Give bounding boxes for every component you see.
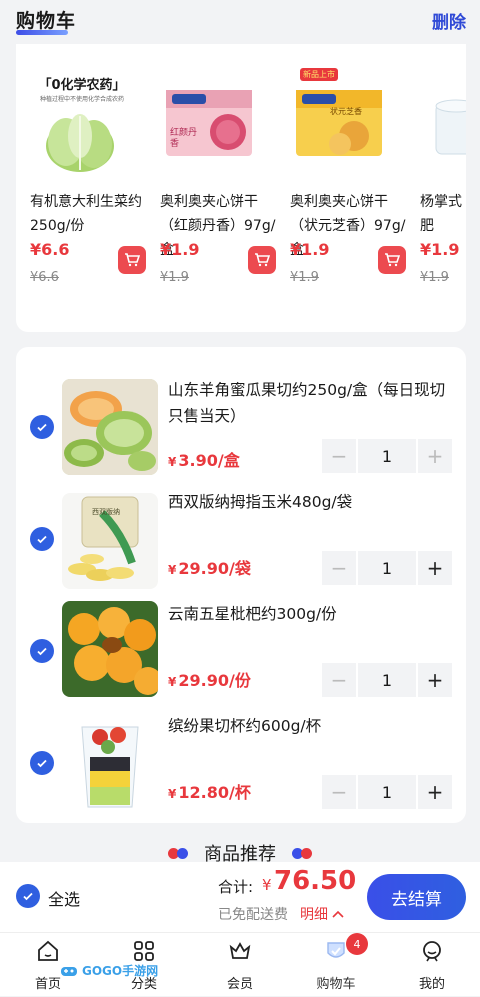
page-title: 购物车 [16,10,77,32]
item-checkbox[interactable] [30,751,54,775]
chevron-up-icon [332,910,345,918]
product-image-lettuce: 「0化学农药」 种植过程中不使用化学合成农药 [26,60,130,172]
reco-price: ¥1.9 [420,240,460,259]
check-icon [37,759,47,768]
quantity-value[interactable]: 1 [358,439,416,473]
product-image-loquat[interactable] [62,601,158,697]
increase-button[interactable]: + [418,439,452,473]
reco-item[interactable]: 红颜丹香 奥利奥夹心饼干（红颜丹香）97g/盒 ¥1.9 ¥1.9 [146,44,276,332]
cart-row[interactable]: 山东羊角蜜瓜果切约250g/盒（每日现切 只售当天） ¥3.90/盒 − 1 + [16,377,466,489]
tab-member[interactable]: 会员 [192,933,288,997]
add-to-cart-button[interactable] [248,246,276,274]
top-bar: 购物车 删除 [0,0,480,44]
reco-item[interactable]: 杨掌式肥 ¥1.9 ¥1.9 [406,44,466,332]
check-icon [37,423,47,432]
item-checkbox[interactable] [30,415,54,439]
check-icon [23,892,33,901]
add-to-cart-button[interactable] [378,246,406,274]
decor-dots-right [292,848,312,859]
product-price: ¥29.90/袋 [168,559,251,578]
profile-icon [423,941,441,962]
select-all-label[interactable]: 全选 [48,886,80,910]
select-all-checkbox[interactable] [16,884,40,908]
total-currency: ¥ [262,876,272,894]
reco-item[interactable]: 「0化学农药」 种植过程中不使用化学合成农药 有机意大利生菜约250g/份 ¥6… [16,44,146,332]
product-name[interactable]: 山东羊角蜜瓜果切约250g/盒（每日现切 只售当天） [168,377,460,429]
reco-price: ¥6.6 [30,240,70,259]
watermark-logo: GOGO手游网 [60,962,158,979]
checkout-bar: 全选 合计: ¥ 76.50 已免配送费 明细 去结算 [0,862,480,932]
recommend-strip[interactable]: 「0化学农药」 种植过程中不使用化学合成农药 有机意大利生菜约250g/份 ¥6… [16,44,466,332]
decrease-button[interactable]: − [322,439,356,473]
cart-icon [125,253,140,267]
item-checkbox[interactable] [30,527,54,551]
reco-name: 有机意大利生菜约250g/份 [30,194,142,234]
cart-icon [327,942,345,958]
reco-item[interactable]: 新品上市 状元芝香 奥利奥夹心饼干（状元芝香）97g/盒 ¥1.9 ¥1.9 [276,44,406,332]
decrease-button[interactable]: − [322,551,356,585]
category-icon [134,941,154,961]
free-shipping-text: 已免配送费 [218,907,288,923]
quantity-stepper[interactable]: − 1 + [322,551,452,585]
reco-original-price: ¥1.9 [420,270,449,285]
checkout-button[interactable]: 去结算 [367,874,466,920]
quantity-value[interactable]: 1 [358,775,416,809]
quantity-stepper[interactable]: − 1 + [322,439,452,473]
product-image-oreo-yellow: 新品上市 状元芝香 [286,60,390,172]
decrease-button[interactable]: − [322,775,356,809]
quantity-stepper[interactable]: − 1 + [322,663,452,697]
tab-cart[interactable]: 4 购物车 [288,933,384,997]
crown-icon [229,942,251,959]
reco-price: ¥1.9 [160,240,200,259]
cart-row[interactable]: 云南五星枇杷约300g/份 ¥29.90/份 − 1 + [16,601,466,713]
quantity-value[interactable]: 1 [358,663,416,697]
total-label: 合计: [218,878,254,896]
reco-name: 杨掌式肥 [420,194,462,234]
delete-button[interactable]: 删除 [432,8,466,33]
item-checkbox[interactable] [30,639,54,663]
total-amount: 76.50 [274,866,357,896]
quantity-value[interactable]: 1 [358,551,416,585]
home-icon [38,940,58,961]
decrease-button[interactable]: − [322,663,356,697]
product-name[interactable]: 西双版纳拇指玉米480g/袋 [168,489,460,515]
title-underline [16,30,68,35]
increase-button[interactable]: + [418,663,452,697]
increase-button[interactable]: + [418,775,452,809]
product-price: ¥29.90/份 [168,671,251,690]
product-name[interactable]: 缤纷果切杯约600g/杯 [168,713,460,739]
cart-badge: 4 [346,933,368,955]
check-icon [37,647,47,656]
add-to-cart-button[interactable] [118,246,146,274]
product-image-partial [416,60,466,172]
reco-original-price: ¥6.6 [30,270,59,285]
tab-profile[interactable]: 我的 [384,933,480,997]
reco-original-price: ¥1.9 [290,270,319,285]
quantity-stepper[interactable]: − 1 + [322,775,452,809]
cart-list: 山东羊角蜜瓜果切约250g/盒（每日现切 只售当天） ¥3.90/盒 − 1 +… [16,347,466,823]
product-image-fruit-cup[interactable] [62,717,158,813]
cart-row[interactable]: 缤纷果切杯约600g/杯 ¥12.80/杯 − 1 + [16,713,466,825]
product-image-oreo-red: 红颜丹香 [156,60,260,172]
check-icon [37,535,47,544]
cart-icon [255,253,270,267]
detail-toggle[interactable]: 明细 [300,904,345,924]
product-price: ¥3.90/盒 [168,451,240,470]
product-image-melon[interactable] [62,379,158,475]
cart-row[interactable]: 西双版纳 西双版纳拇指玉米480g/袋 ¥29.90/袋 − 1 + [16,489,466,601]
reco-original-price: ¥1.9 [160,270,189,285]
product-price: ¥12.80/杯 [168,783,251,802]
reco-price: ¥1.9 [290,240,330,259]
increase-button[interactable]: + [418,551,452,585]
gamepad-icon [61,966,77,976]
product-image-corn[interactable]: 西双版纳 [62,493,158,589]
cart-icon [385,253,400,267]
product-name[interactable]: 云南五星枇杷约300g/份 [168,601,460,627]
